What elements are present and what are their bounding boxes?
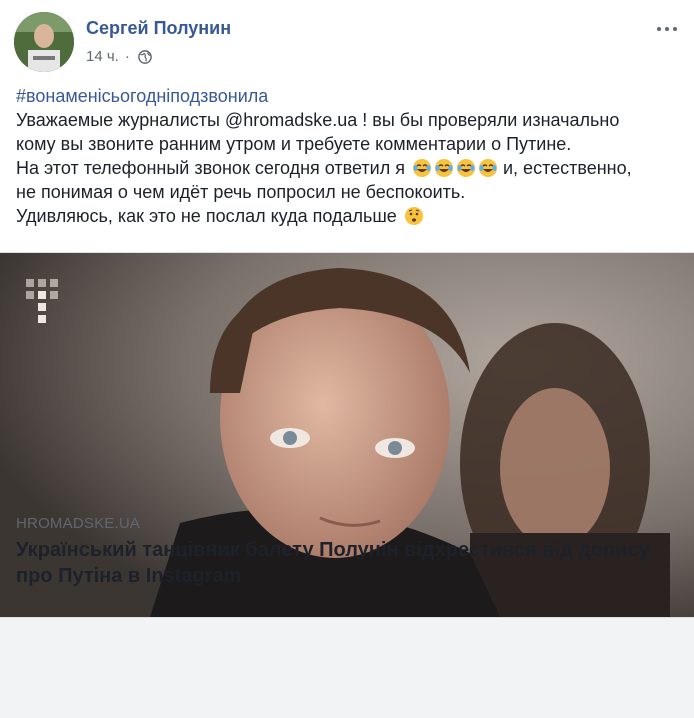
post-line-1: Уважаемые журналисты @hromadske.ua ! вы … [16,110,620,130]
post-timestamp[interactable]: 14 ч. [86,48,119,65]
post-line-4: не понимая о чем идёт речь попросил не б… [16,182,466,202]
post-line-3a: На этот телефонный звонок сегодня ответи… [16,158,410,178]
link-preview-card[interactable]: HROMADSKE.UA Український танцівник балет… [0,252,694,718]
globe-icon[interactable] [138,49,152,64]
post-line-5-text: Удивляюсь, как это не послал куда подаль… [16,206,402,226]
facebook-post: Сергей Полунин 14 ч. · #вонаменісьогодні… [0,0,694,718]
post-line-2: кому вы звоните ранним утром и требуете … [16,134,572,154]
avatar-photo [14,12,74,72]
link-title[interactable]: Український танцівник балету Полунін від… [16,537,676,589]
link-preview-caption[interactable] [0,617,694,718]
post-header: Сергей Полунин 14 ч. · [14,12,680,72]
post-line-5: Удивляюсь, как это не послал куда подаль… [16,204,680,228]
tears-of-joy-emoji [413,159,431,177]
hashtag-link[interactable]: #вонаменісьогодніподзвонила [16,86,268,106]
tears-of-joy-emoji [457,159,475,177]
link-domain[interactable]: HROMADSKE.UA [16,515,140,532]
post-line-3: На этот телефонный звонок сегодня ответи… [16,156,680,180]
post-line-3b: и, естественно, [498,158,632,178]
tears-of-joy-emoji [479,159,497,177]
post-text: #вонаменісьогодніподзвонила Уважаемые жу… [16,84,680,228]
surprised-face-emoji [404,207,423,225]
author-name[interactable]: Сергей Полунин [86,18,231,39]
more-options-icon[interactable] [656,22,678,36]
author-avatar[interactable] [14,12,74,72]
tears-of-joy-emoji [435,159,453,177]
post-meta: 14 ч. · [86,48,152,65]
meta-separator: · [124,48,130,65]
